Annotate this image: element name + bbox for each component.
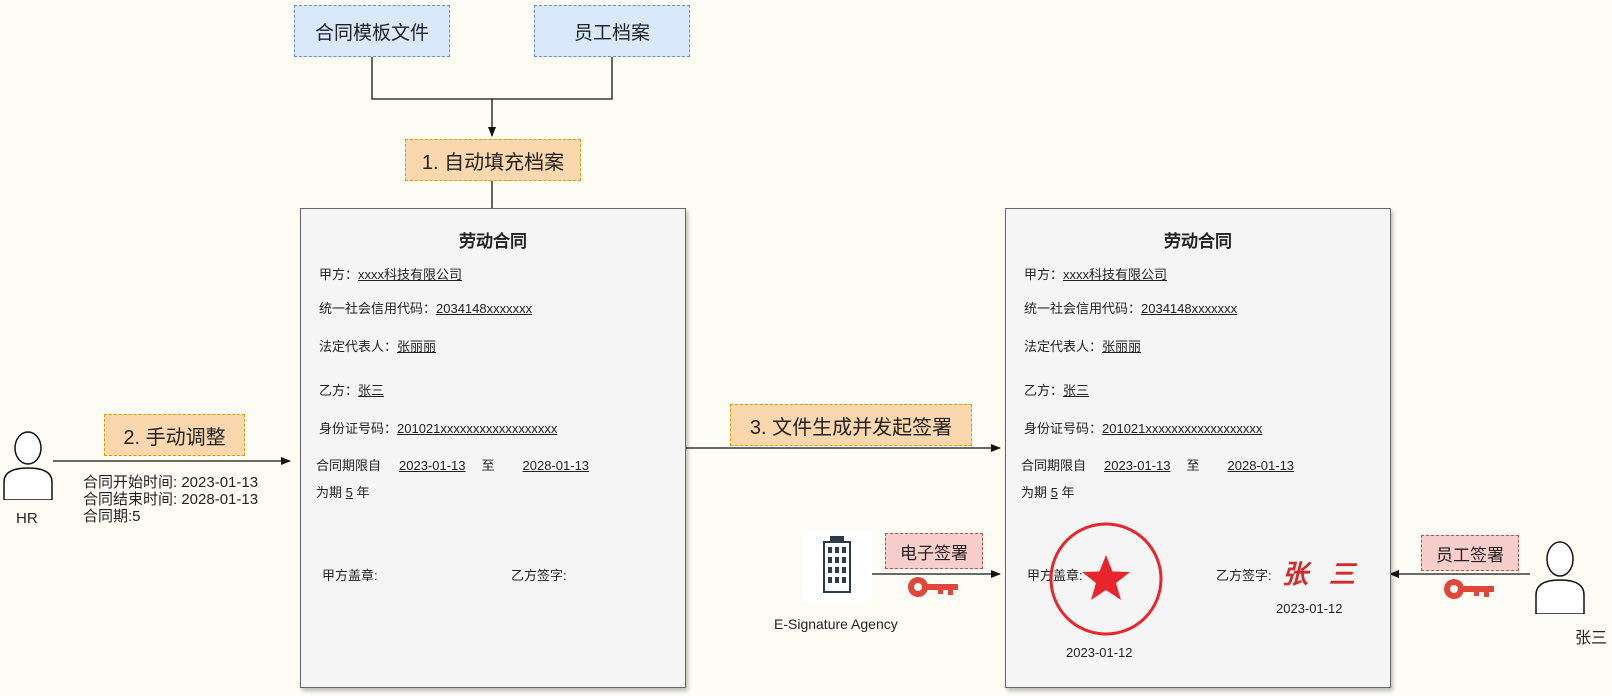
company-seal-stamp <box>1049 522 1163 636</box>
id-number-field: 身份证号码：201021xxxxxxxxxxxxxxxxxx <box>319 421 558 436</box>
agency-label: E-Signature Agency <box>774 616 898 632</box>
esig-label-box: 电子签署 <box>885 533 983 569</box>
employee-archive-box: 员工档案 <box>534 5 690 57</box>
hr-note-end: 合同结束时间: 2028-01-13 <box>83 491 259 508</box>
step3-label-box: 3. 文件生成并发起签署 <box>730 404 972 446</box>
employee-sign-label: 员工签署 <box>1436 545 1504 565</box>
party-a-field: 甲方：xxxx科技有限公司 <box>319 267 463 282</box>
office-building-icon <box>802 530 872 602</box>
employee-person-icon <box>1535 541 1585 614</box>
party-a-field: 甲方：xxxx科技有限公司 <box>1024 267 1168 282</box>
employee-sign-label-box: 员工签署 <box>1421 535 1519 571</box>
hr-note-start: 合同开始时间: 2023-01-13 <box>83 474 259 491</box>
merge-line <box>371 57 613 100</box>
period-field: 为期 5 年 <box>316 485 370 500</box>
step2-label-box: 2. 手动调整 <box>104 414 245 456</box>
term-field: 合同期限自 2023-01-13 至 2028-01-13 <box>316 458 590 473</box>
esig-label: 电子签署 <box>900 543 968 563</box>
party-b-field: 乙方：张三 <box>1024 383 1090 398</box>
term-field: 合同期限自 2023-01-13 至 2028-01-13 <box>1021 458 1295 473</box>
contract-signed-document: 劳动合同 甲方：xxxx科技有限公司 统一社会信用代码：2034148xxxxx… <box>1005 208 1391 688</box>
hr-note-period: 合同期:5 <box>83 508 141 525</box>
seal-label: 甲方盖章: <box>322 568 378 583</box>
sign-label: 乙方签字: <box>511 568 567 583</box>
step2-label: 2. 手动调整 <box>123 426 226 449</box>
contract-title: 劳动合同 <box>1164 232 1232 251</box>
legal-rep-field: 法定代表人：张丽丽 <box>319 339 437 354</box>
step1-label-box: 1. 自动填充档案 <box>405 139 581 181</box>
step3-label: 3. 文件生成并发起签署 <box>749 416 953 439</box>
sign-date: 2023-01-12 <box>1276 601 1343 616</box>
legal-rep-field: 法定代表人：张丽丽 <box>1024 339 1142 354</box>
hr-person-icon <box>3 431 53 500</box>
period-field: 为期 5 年 <box>1021 485 1075 500</box>
sign-label: 乙方签字: <box>1216 568 1272 583</box>
template-file-box: 合同模板文件 <box>294 5 450 57</box>
hr-label: HR <box>16 510 38 527</box>
key-icon <box>1444 579 1494 599</box>
contract-draft-document: 劳动合同 甲方：xxxx科技有限公司 统一社会信用代码：2034148xxxxx… <box>300 208 686 688</box>
employee-signature: 张 三 <box>1282 560 1362 590</box>
party-b-field: 乙方：张三 <box>319 383 385 398</box>
credit-code-field: 统一社会信用代码：2034148xxxxxxx <box>1024 301 1238 316</box>
seal-date: 2023-01-12 <box>1066 645 1133 660</box>
key-icon <box>908 577 958 597</box>
employee-name: 张三 <box>1575 630 1608 647</box>
hr-notes: 合同开始时间: 2023-01-13 合同结束时间: 2028-01-13 合同… <box>83 474 258 525</box>
step1-label: 1. 自动填充档案 <box>421 151 565 174</box>
credit-code-field: 统一社会信用代码：2034148xxxxxxx <box>319 301 533 316</box>
employee-archive-label: 员工档案 <box>573 22 650 44</box>
contract-title: 劳动合同 <box>459 232 527 251</box>
template-file-label: 合同模板文件 <box>314 22 429 44</box>
id-number-field: 身份证号码：201021xxxxxxxxxxxxxxxxxx <box>1024 421 1263 436</box>
